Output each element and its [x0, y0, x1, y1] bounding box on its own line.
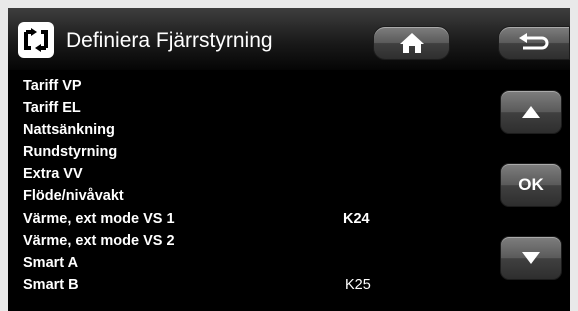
scroll-up-button[interactable]: [500, 90, 562, 134]
return-arrow-icon: [519, 33, 549, 50]
list-item-label: Tariff EL: [23, 100, 81, 117]
list-item[interactable]: Värme, ext mode VS 2: [8, 229, 488, 251]
list-item[interactable]: Tariff VP: [8, 74, 488, 96]
list-item-label: Värme, ext mode VS 2: [23, 232, 175, 249]
list-item[interactable]: Smart A: [8, 251, 488, 273]
list-item-label: Extra VV: [23, 166, 83, 183]
list-item[interactable]: Värme, ext mode VS 1 K24: [8, 207, 488, 229]
scroll-down-button[interactable]: [500, 236, 562, 280]
display-screen: Definiera Fjärrstyrning Tariff VP Tariff…: [8, 8, 570, 311]
remote-control-list: Tariff VP Tariff EL Nattsänkning Rundsty…: [8, 74, 488, 295]
list-item-label: Smart B: [23, 276, 79, 293]
back-button[interactable]: [498, 26, 570, 60]
ok-button-label: OK: [518, 175, 544, 194]
triangle-down-icon: [522, 252, 540, 264]
triangle-up-icon: [522, 106, 540, 118]
list-item[interactable]: Rundstyrning: [8, 140, 488, 162]
remote-control-arrows-icon: [18, 22, 54, 58]
list-item[interactable]: Flöde/nivåvakt: [8, 184, 488, 206]
list-item[interactable]: Smart B K25: [8, 273, 488, 295]
page-title: Definiera Fjärrstyrning: [66, 29, 273, 52]
list-item[interactable]: Nattsänkning: [8, 118, 488, 140]
header-bar: Definiera Fjärrstyrning: [8, 8, 570, 70]
list-item[interactable]: Extra VV: [8, 162, 488, 184]
list-item-label: Värme, ext mode VS 1: [23, 210, 175, 227]
list-item-label: Nattsänkning: [23, 122, 115, 139]
list-item-label: Flöde/nivåvakt: [23, 188, 124, 205]
list-item[interactable]: Tariff EL: [8, 96, 488, 118]
home-icon: [399, 33, 424, 53]
list-item-value: K25: [345, 276, 371, 293]
ok-button[interactable]: OK: [500, 163, 562, 207]
list-item-label: Smart A: [23, 254, 79, 271]
list-item-label: Tariff VP: [23, 78, 82, 94]
list-item-value: K24: [343, 210, 370, 227]
home-button[interactable]: [373, 26, 450, 60]
list-item-label: Rundstyrning: [23, 144, 118, 161]
